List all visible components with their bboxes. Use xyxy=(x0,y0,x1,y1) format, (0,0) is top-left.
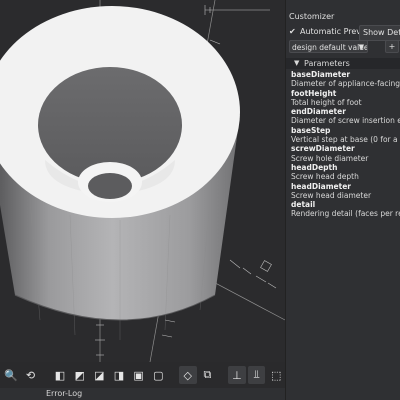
view-right-icon[interactable]: ◧ xyxy=(51,366,69,384)
customizer-panel: Customizer ✔ Automatic Preview Show Deta… xyxy=(285,0,400,400)
model-render xyxy=(0,0,285,362)
param-description: Screw head diameter xyxy=(291,190,372,200)
chevron-down-icon: ▼ xyxy=(358,43,364,51)
orthogonal-icon[interactable]: ⧉ xyxy=(199,366,217,384)
param-description: Total height of foot xyxy=(291,97,362,107)
parameters-section-header[interactable]: ▼ Parameters xyxy=(286,58,400,69)
param-name: baseStep xyxy=(291,125,331,135)
show-axes-icon[interactable]: ⊥ xyxy=(228,366,246,384)
show-scale-icon[interactable]: ⫫ xyxy=(247,366,266,384)
param-description: Screw head depth xyxy=(291,172,359,182)
view-bottom-icon[interactable]: ◪ xyxy=(90,366,108,384)
param-name: detail xyxy=(291,200,316,210)
reset-view-icon[interactable]: ⟲ xyxy=(22,366,40,384)
param-description: Diameter of appliance-facing base xyxy=(291,79,400,89)
view-top-icon[interactable]: ◩ xyxy=(71,366,89,384)
add-preset-button[interactable]: + xyxy=(385,40,399,53)
parameter-list: baseDiameter Diameter of appliance-facin… xyxy=(291,70,400,219)
param-description: Rendering detail (faces per revolution) xyxy=(291,209,400,219)
view-front-icon[interactable]: ▣ xyxy=(130,366,148,384)
view-back-icon[interactable]: ▢ xyxy=(149,366,167,384)
param-name: headDiameter xyxy=(291,181,351,191)
show-edges-icon[interactable]: ⬚ xyxy=(267,366,285,384)
parameters-section-label: Parameters xyxy=(304,59,350,68)
param-name: headDepth xyxy=(291,162,338,172)
perspective-icon[interactable]: ◇ xyxy=(178,366,197,384)
checkmark-icon[interactable]: ✔ xyxy=(289,28,296,36)
param-description: Screw hole diameter xyxy=(291,153,369,163)
tab-error-log[interactable]: Error-Log xyxy=(46,389,82,398)
3d-viewport[interactable] xyxy=(0,0,285,362)
param-name: footHeight xyxy=(291,88,337,98)
preset-select[interactable]: design default values ▼ xyxy=(289,40,368,53)
param-description: Vertical step at base (0 for a sharp cor… xyxy=(291,135,400,145)
zoom-all-icon[interactable]: 🔍 xyxy=(2,366,20,384)
param-name: screwDiameter xyxy=(291,144,355,154)
show-details-button[interactable]: Show Details xyxy=(359,25,400,41)
preset-value: design default values xyxy=(292,43,368,52)
viewport-toolbar: 🔍 ⟲ ◧ ◩ ◪ ◨ ▣ ▢ ◇ ⧉ ⊥ ⫫ ⬚ xyxy=(0,362,285,388)
bottom-tab-bar: Error-Log xyxy=(0,388,285,400)
collapse-arrow-icon: ▼ xyxy=(294,59,300,67)
view-left-icon[interactable]: ◨ xyxy=(110,366,128,384)
param-name: endDiameter xyxy=(291,107,346,117)
param-description: Diameter of screw insertion end xyxy=(291,116,400,126)
param-name: baseDiameter xyxy=(291,70,351,79)
customizer-title: Customizer xyxy=(289,12,335,21)
